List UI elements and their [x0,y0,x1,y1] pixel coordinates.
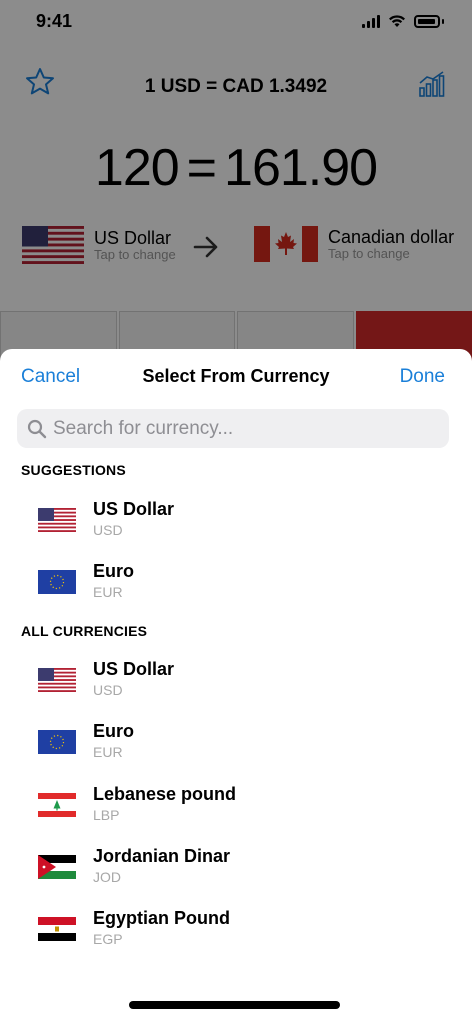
eu-flag-icon [38,730,76,754]
currency-name: Jordanian Dinar [93,846,231,866]
currency-code: USD [93,522,123,538]
all-currencies-header: ALL CURRENCIES [21,623,148,639]
suggestion-item-eur[interactable]: Euro EUR [0,551,472,611]
search-icon [27,419,47,438]
currency-name: Lebanese pound [93,784,237,804]
us-flag-icon [38,508,76,532]
currency-item-jod[interactable]: Jordanian Dinar JOD [0,836,472,896]
currency-item-eur[interactable]: Euro EUR [0,711,472,771]
currency-item-usd[interactable]: US Dollar USD [0,649,472,709]
home-indicator[interactable] [129,1001,340,1009]
suggestions-header: SUGGESTIONS [21,462,126,478]
search-bar[interactable] [17,409,449,448]
us-flag-icon [38,668,76,692]
currency-name: Euro [93,721,135,741]
search-input[interactable] [53,417,433,440]
currency-code: EGP [93,931,123,947]
jo-flag-icon [38,855,76,879]
currency-item-lbp[interactable]: Lebanese pound LBP [0,774,472,834]
suggestion-item-usd[interactable]: US Dollar USD [0,489,472,549]
done-button[interactable]: Done [400,366,445,388]
currency-item-egp[interactable]: Egyptian Pound EGP [0,898,472,958]
currency-code: LBP [93,807,120,823]
currency-name: US Dollar [93,659,175,679]
currency-code: USD [93,682,123,698]
currency-name: Euro [93,561,135,581]
eg-flag-icon [38,917,76,941]
currency-name: US Dollar [93,499,175,519]
eu-flag-icon [38,570,76,594]
sheet-nav-bar: Cancel Select From Currency Done [0,349,472,405]
currency-picker-sheet: Cancel Select From Currency Done SUGGEST… [0,349,472,1024]
currency-code: JOD [93,869,121,885]
currency-code: EUR [93,584,123,600]
lb-flag-icon [38,793,76,817]
currency-name: Egyptian Pound [93,908,230,928]
currency-code: EUR [93,744,123,760]
